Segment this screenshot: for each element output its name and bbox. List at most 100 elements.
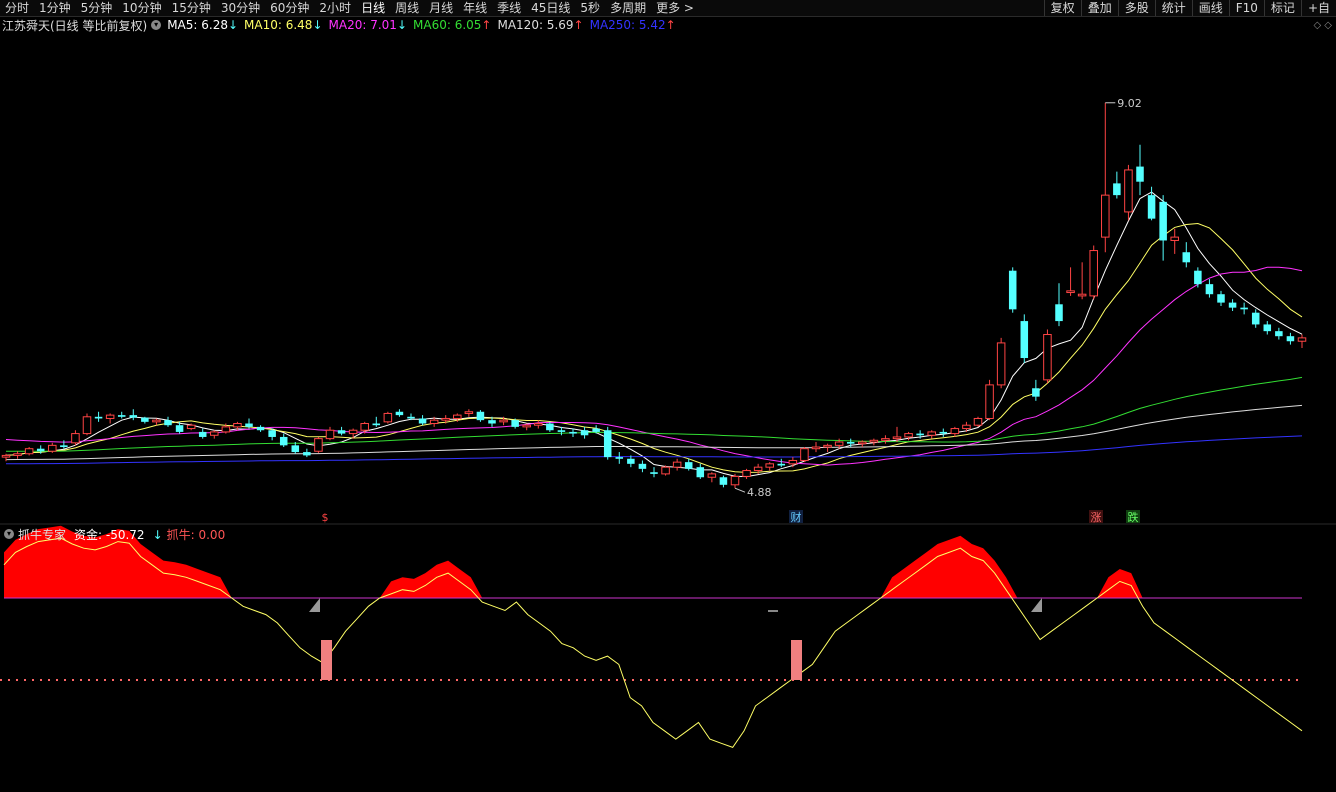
- candle-body: [742, 470, 751, 477]
- candle-body: [291, 445, 300, 453]
- candle-body: [1101, 194, 1110, 238]
- candle-body: [1228, 302, 1237, 308]
- marker-marker_die: 跌: [1128, 510, 1139, 524]
- candle-body: [418, 418, 427, 424]
- candle-body: [348, 429, 358, 435]
- candle-body: [823, 444, 832, 448]
- candle-body: [429, 419, 439, 425]
- candle-body: [1055, 304, 1063, 322]
- candle-body: [186, 424, 196, 430]
- candle-body: [1182, 252, 1191, 263]
- candle-body: [175, 425, 184, 432]
- candle-body: [82, 416, 92, 435]
- candle-body: [395, 411, 404, 416]
- candle-body: [71, 433, 80, 444]
- candle-body: [881, 438, 890, 441]
- candle-body: [904, 433, 913, 438]
- candle-body: [60, 445, 68, 448]
- candle-body: [615, 457, 624, 459]
- candle-body: [383, 412, 393, 423]
- grey-marker: [1031, 598, 1042, 612]
- indicator-title[interactable]: 抓牛专家: [18, 526, 66, 543]
- candle-body: [1066, 290, 1075, 294]
- candle-body: [985, 384, 994, 419]
- candle-body: [511, 420, 519, 427]
- candle-body: [730, 475, 740, 486]
- candle-body: [24, 448, 34, 455]
- candle-body: [314, 438, 323, 452]
- candle-body: [939, 431, 948, 434]
- candle-body: [256, 426, 265, 431]
- indicator-info-bar: ▾ 抓牛专家 资金: -50.72 ↓ 抓牛: 0.00: [0, 525, 233, 543]
- candle-body: [372, 423, 381, 426]
- candle-body: [1286, 336, 1295, 342]
- candle-body: [638, 463, 647, 469]
- candle-body: [1124, 169, 1133, 213]
- candle-body: [1113, 183, 1121, 196]
- candle-body: [811, 446, 821, 450]
- candle-body: [1089, 250, 1098, 297]
- candle-body: [233, 423, 242, 428]
- candle-body: [927, 431, 936, 436]
- corner-icons[interactable]: ◇ ◇: [1313, 20, 1332, 31]
- candle-body: [105, 414, 115, 419]
- marker-marker_cai: 财: [791, 510, 802, 524]
- candle-body: [1020, 321, 1029, 359]
- candle-body: [476, 411, 485, 421]
- candle-body: [592, 428, 600, 432]
- candle-body: [1077, 293, 1087, 297]
- candle-body: [13, 453, 22, 456]
- candle-body: [1194, 270, 1202, 285]
- candle-body: [441, 417, 450, 421]
- candle-body: [765, 463, 774, 468]
- fund-label: 资金: -50.72: [74, 527, 145, 542]
- candle-body: [1043, 334, 1052, 381]
- candle-body: [360, 423, 369, 431]
- bull-value: 抓牛: 0.00: [166, 527, 226, 542]
- kline-chart[interactable]: 9.02 4.88 $ 财 涨 跌: [0, 0, 1336, 792]
- candle-body: [522, 424, 531, 428]
- candle-body: [707, 473, 717, 478]
- candle-body: [788, 459, 798, 465]
- candle-body: [164, 420, 172, 426]
- candle-body: [198, 431, 207, 437]
- candle-body: [858, 441, 867, 445]
- candle-body: [846, 441, 855, 444]
- candle-body: [627, 458, 635, 464]
- candle-body: [1147, 195, 1156, 219]
- candle-body: [141, 417, 149, 422]
- candle-body: [1217, 294, 1225, 303]
- fund-arrow: ↓: [152, 527, 163, 542]
- candle-body: [1240, 307, 1248, 310]
- candle-body: [996, 342, 1006, 386]
- ma250-line: [5, 435, 1303, 465]
- candle-body: [580, 430, 589, 436]
- candle-body: [1297, 337, 1307, 342]
- candle-body: [303, 452, 311, 456]
- candle-body: [1170, 236, 1179, 241]
- candle-body: [325, 429, 335, 440]
- candle-body: [1008, 270, 1017, 310]
- candle-body: [650, 472, 658, 474]
- candle-body: [1136, 166, 1144, 182]
- candle-body: [962, 424, 971, 430]
- candle-body: [800, 448, 809, 461]
- candle-body: [152, 419, 161, 423]
- candle-body: [221, 426, 231, 433]
- candle-body: [834, 441, 844, 446]
- candle-body: [453, 414, 462, 419]
- indicator-circle-icon[interactable]: ▾: [4, 529, 14, 539]
- marker-marker_dollar: $: [322, 511, 329, 524]
- bull-signal-bar: [321, 640, 332, 680]
- candle-body: [546, 423, 554, 431]
- candle-body: [661, 466, 670, 475]
- candle-body: [464, 411, 474, 414]
- candle-body: [557, 430, 566, 432]
- candle-body: [117, 415, 126, 417]
- low-price-label: 4.88: [747, 486, 772, 499]
- candle-body: [753, 466, 763, 472]
- bull-signal-bar: [791, 640, 802, 680]
- candle-body: [245, 423, 253, 427]
- candle-body: [1032, 388, 1040, 397]
- grey-marker: [309, 598, 320, 612]
